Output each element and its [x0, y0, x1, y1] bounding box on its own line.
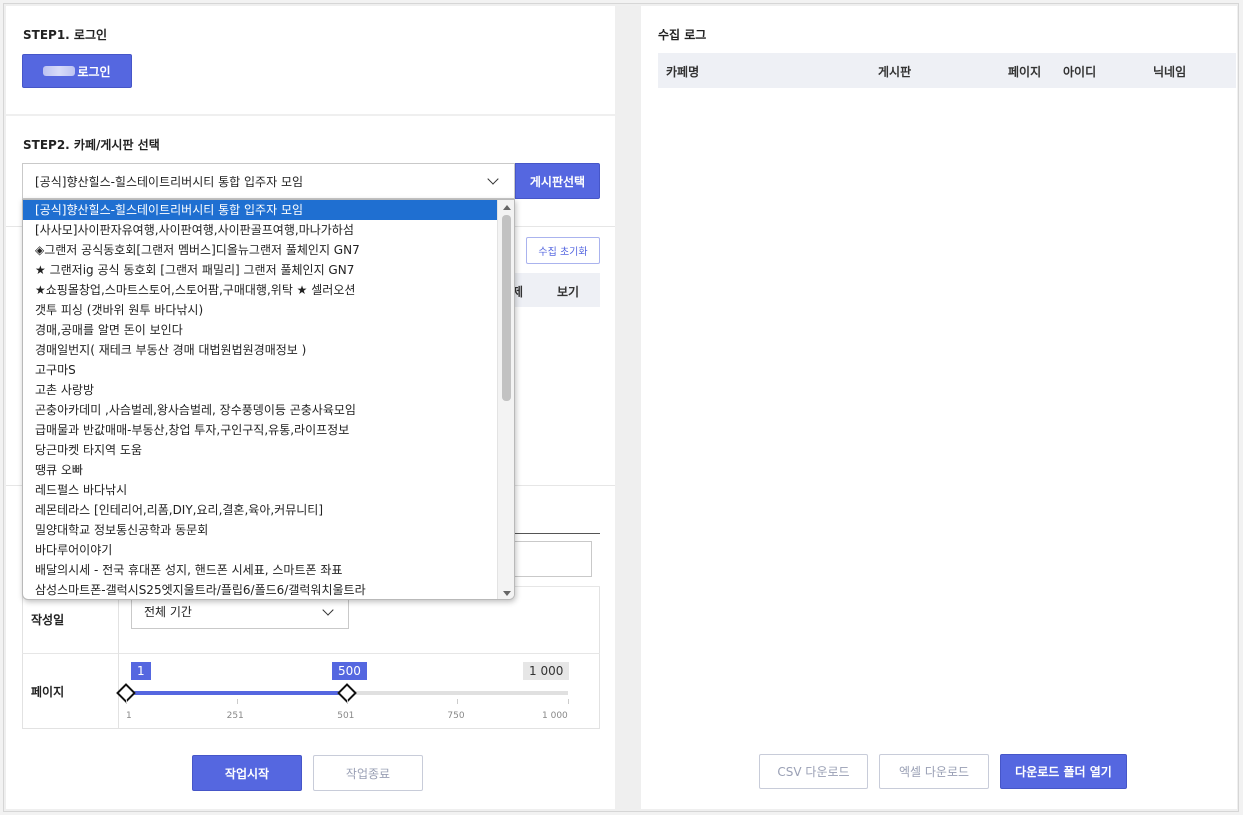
dropdown-scrollbar[interactable]	[497, 200, 514, 599]
dropdown-option[interactable]: 갯투 피싱 (갯바위 원투 바다낚시)	[23, 300, 497, 320]
slider-tick	[457, 699, 459, 704]
dropdown-option[interactable]: [사사모]사이판자유여행,사이판여행,사이판골프여행,마나가하섬	[23, 220, 497, 240]
login-button-label: 로그인	[77, 64, 111, 79]
dropdown-option[interactable]: 곤충아카데미 ,사슴벌레,왕사슴벌레, 장수풍뎅이등 곤충사육모임	[23, 400, 497, 420]
dropdown-option[interactable]: 경매,공매를 알면 돈이 보인다	[23, 320, 497, 340]
log-title: 수집 로그	[658, 28, 707, 42]
log-table-header	[658, 53, 1236, 88]
date-label: 작성일	[31, 613, 65, 627]
open-download-folder-button[interactable]: 다운로드 폴더 열기	[1000, 754, 1127, 789]
page-min-tag: 1	[131, 662, 151, 680]
log-col-nickname: 닉네임	[1153, 65, 1187, 79]
log-col-board: 게시판	[878, 65, 912, 79]
filter-col-divider	[118, 586, 119, 729]
page-max-tag: 500	[332, 662, 367, 680]
cafe-select-value: [공식]향산힐스-힐스테이트리버시티 통합 입주자 모임	[35, 174, 304, 189]
dropdown-option[interactable]: 배달의시세 - 전국 휴대폰 성지, 핸드폰 시세표, 스마트폰 좌표	[23, 560, 497, 580]
scrollbar-thumb[interactable]	[502, 215, 511, 401]
csv-download-button[interactable]: CSV 다운로드	[759, 754, 868, 789]
cafe-dropdown-list[interactable]: [공식]향산힐스-힐스테이트리버시티 통합 입주자 모임 [사사모]사이판자유여행…	[22, 199, 515, 600]
slider-tick	[236, 699, 238, 704]
reset-collection-button[interactable]: 수집 초기화	[526, 237, 600, 264]
slider-tick	[347, 699, 349, 704]
dropdown-option[interactable]: 경매일번지( 재테크 부동산 경매 대법원법원경매정보 )	[23, 340, 497, 360]
excel-download-button[interactable]: 엑셀 다운로드	[879, 754, 989, 789]
log-col-id: 아이디	[1063, 65, 1097, 79]
log-col-cafe: 카페명	[666, 65, 700, 79]
dropdown-option[interactable]: ★쇼핑몰창업,스마트스토어,스토어팜,구매대행,위탁 ★ 셀러오션	[23, 280, 497, 300]
col-view: 보기	[557, 285, 580, 299]
col-delete: 삭제	[514, 285, 524, 299]
start-job-button[interactable]: 작업시작	[192, 755, 302, 791]
slider-tick-label: 1	[126, 711, 132, 721]
scroll-down-arrow-icon[interactable]	[503, 591, 511, 596]
dropdown-option[interactable]: 삼성스마트폰-갤럭시S25엣지울트라/플립6/폴드6/갤럭워치울트라	[23, 580, 497, 599]
log-col-page: 페이지	[1008, 65, 1042, 79]
date-range-value: 전체 기간	[144, 605, 192, 619]
slider-tick	[126, 699, 127, 704]
slider-tick-label: 750	[447, 711, 465, 721]
slider-tick-label: 501	[337, 711, 355, 721]
board-select-button[interactable]: 게시판선택	[515, 163, 600, 199]
chevron-down-icon	[487, 173, 499, 185]
step1-title: STEP1. 로그인	[23, 28, 108, 42]
slider-tick-label: 251	[226, 711, 244, 721]
dropdown-option[interactable]: 바다루어이야기	[23, 540, 497, 560]
dropdown-option[interactable]: ◈그랜저 공식동호회[그랜저 멤버스]디올뉴그랜저 풀체인지 GN7	[23, 240, 497, 260]
dropdown-option[interactable]: 당근마켓 타지역 도움	[23, 440, 497, 460]
dropdown-option[interactable]: 땡큐 오빠	[23, 460, 497, 480]
log-panel	[641, 6, 1237, 809]
dropdown-option[interactable]: 레드펄스 바다낚시	[23, 480, 497, 500]
page-limit-tag: 1 000	[523, 662, 570, 680]
filter-row-divider	[22, 653, 600, 654]
page-label: 페이지	[31, 685, 65, 699]
dropdown-option[interactable]: [공식]향산힐스-힐스테이트리버시티 통합 입주자 모임	[23, 200, 497, 220]
dropdown-option[interactable]: 밀양대학교 정보통신공학과 동문회	[23, 520, 497, 540]
page-slider-range	[126, 691, 347, 695]
slider-tick-label: 1 000	[542, 711, 568, 721]
blurred-service-name	[43, 66, 76, 76]
dropdown-option[interactable]: ★ 그랜저ig 공식 동호회 [그랜저 패밀리] 그랜저 풀체인지 GN7	[23, 260, 497, 280]
slider-tick	[568, 699, 569, 704]
chevron-down-icon	[322, 604, 334, 616]
dropdown-option[interactable]: 급매물과 반값매매-부동산,창업 투자,구인구직,유통,라이프정보	[23, 420, 497, 440]
step2-title: STEP2. 카페/게시판 선택	[23, 138, 160, 152]
login-button[interactable]: 로그인	[22, 54, 132, 88]
dropdown-option[interactable]: 고구마S	[23, 360, 497, 380]
dropdown-option[interactable]: 고촌 사랑방	[23, 380, 497, 400]
cafe-select[interactable]: [공식]향산힐스-힐스테이트리버시티 통합 입주자 모임	[22, 163, 515, 199]
scroll-up-arrow-icon[interactable]	[503, 205, 511, 210]
dropdown-option[interactable]: 레몬테라스 [인테리어,리폼,DIY,요리,결혼,육아,커뮤니티]	[23, 500, 497, 520]
stop-job-button[interactable]: 작업종료	[313, 755, 423, 791]
